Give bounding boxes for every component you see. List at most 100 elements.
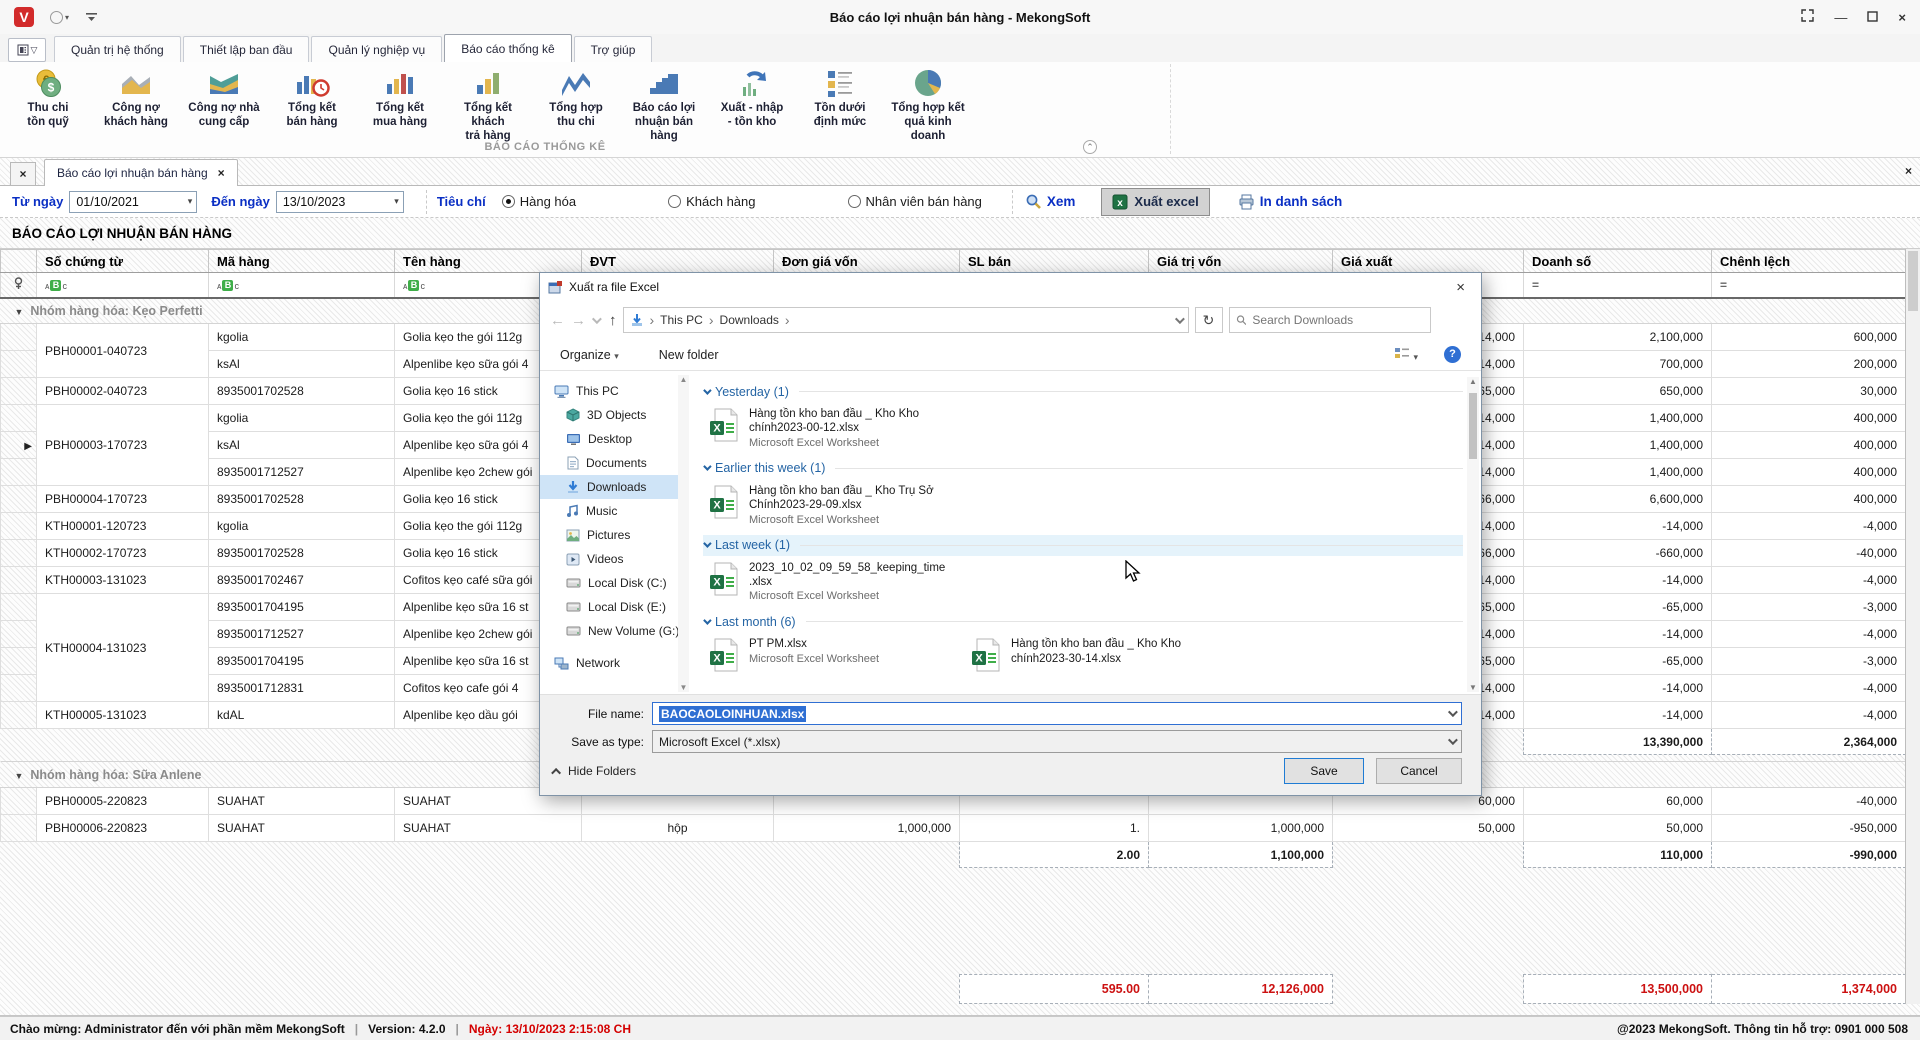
cell-doanh-so[interactable]: -14,000 bbox=[1524, 675, 1712, 702]
cell-ma-hang[interactable]: 8935001702528 bbox=[209, 540, 395, 567]
ribbon-item-8[interactable]: Xuất - nhập- tồn kho bbox=[708, 64, 796, 133]
cell-chenh-lech[interactable]: -950,000 bbox=[1712, 815, 1906, 842]
cell-chenh-lech[interactable]: 400,000 bbox=[1712, 486, 1906, 513]
cell-doanh-so[interactable]: 1,400,000 bbox=[1524, 432, 1712, 459]
file-item[interactable]: XHàng tồn kho ban đầu _ Kho Kho chính202… bbox=[703, 402, 965, 454]
refresh-button[interactable]: ↻ bbox=[1195, 307, 1223, 333]
from-date-combo[interactable]: 01/10/2021▾ bbox=[69, 191, 197, 213]
dropdown-icon[interactable] bbox=[1448, 707, 1458, 717]
cell-dvt[interactable]: hộp bbox=[582, 815, 774, 842]
filter-cell-9[interactable]: = bbox=[1712, 273, 1906, 298]
app-menu-button[interactable]: ▽ bbox=[8, 38, 46, 62]
sidebar-item-documents[interactable]: Documents bbox=[540, 451, 689, 475]
ribbon-item-10[interactable]: Tổng hợp kếtquả kinh doanh bbox=[884, 64, 972, 146]
cell-doanh-so[interactable]: -65,000 bbox=[1524, 594, 1712, 621]
ribbon-collapse-button[interactable]: ⌃ bbox=[1083, 140, 1097, 154]
column-header-8[interactable]: Doanh số bbox=[1524, 250, 1712, 273]
column-header-7[interactable]: Giá xuất bbox=[1333, 250, 1524, 273]
cell-chenh-lech[interactable]: -3,000 bbox=[1712, 594, 1906, 621]
cell-chenh-lech[interactable]: -4,000 bbox=[1712, 513, 1906, 540]
forward-button[interactable]: → bbox=[571, 312, 586, 329]
document-tab[interactable]: Báo cáo lợi nhuận bán hàng × bbox=[44, 159, 238, 186]
export-excel-button[interactable]: x Xuất excel bbox=[1101, 188, 1209, 216]
cell-sl-ban[interactable]: 1. bbox=[960, 815, 1149, 842]
scroll-down-icon[interactable]: ▼ bbox=[679, 683, 688, 692]
file-item[interactable]: XHàng tồn kho ban đầu _ Kho Trụ Sở Chính… bbox=[703, 479, 965, 531]
save-type-select[interactable]: Microsoft Excel (*.xlsx) bbox=[652, 730, 1462, 753]
back-button[interactable]: ← bbox=[550, 312, 565, 329]
ribbon-item-7[interactable]: Báo cáo lợinhuận bán hàng bbox=[620, 64, 708, 146]
cell-doanh-so[interactable]: -14,000 bbox=[1524, 513, 1712, 540]
cell-chenh-lech[interactable]: -4,000 bbox=[1712, 567, 1906, 594]
help-button[interactable]: ? bbox=[1444, 346, 1461, 363]
filter-cell-8[interactable]: = bbox=[1524, 273, 1712, 298]
ribbon-item-9[interactable]: Tồn dướiđịnh mức bbox=[796, 64, 884, 133]
file-name-input[interactable]: BAOCAOLOINHUAN.xlsx bbox=[652, 702, 1462, 725]
close-button[interactable]: × bbox=[1898, 10, 1906, 25]
sidebar-scrollbar[interactable]: ▲▼ bbox=[678, 375, 689, 692]
cell-doanh-so[interactable]: 50,000 bbox=[1524, 815, 1712, 842]
cell-gia-tri-von[interactable]: 1,000,000 bbox=[1149, 815, 1333, 842]
sidebar-item-local-disk-c-[interactable]: Local Disk (C:) bbox=[540, 571, 689, 595]
cell-doanh-so[interactable]: 650,000 bbox=[1524, 378, 1712, 405]
column-header-5[interactable]: SL bán bbox=[960, 250, 1149, 273]
cell-chenh-lech[interactable]: 200,000 bbox=[1712, 351, 1906, 378]
ribbon-item-4[interactable]: Tổng kếtmua hàng bbox=[356, 64, 444, 133]
cell-gia-xuat[interactable]: 50,000 bbox=[1333, 815, 1524, 842]
cell-doc[interactable]: PBH00004-170723 bbox=[37, 486, 209, 513]
cell-chenh-lech[interactable]: -40,000 bbox=[1712, 540, 1906, 567]
cell-ma-hang[interactable]: kdAL bbox=[209, 702, 395, 729]
criteria-radio-1[interactable]: Khách hàng bbox=[668, 194, 755, 209]
cell-doanh-so[interactable]: 6,600,000 bbox=[1524, 486, 1712, 513]
cell-chenh-lech[interactable]: 400,000 bbox=[1712, 432, 1906, 459]
column-header-3[interactable]: ĐVT bbox=[582, 250, 774, 273]
vertical-scrollbar[interactable] bbox=[1905, 249, 1920, 1004]
file-group-header-3[interactable]: Last month (6) bbox=[703, 611, 1463, 632]
cell-doanh-so[interactable]: 1,400,000 bbox=[1524, 459, 1712, 486]
file-item[interactable]: XPT PM.xlsxMicrosoft Excel Worksheet bbox=[703, 632, 965, 681]
criteria-radio-2[interactable]: Nhân viên bán hàng bbox=[848, 194, 982, 209]
collapse-triangle-icon[interactable]: ▼ bbox=[15, 771, 24, 781]
filter-cell-0[interactable]: ᴀBᴄ bbox=[37, 273, 209, 298]
cell-doc[interactable]: KTH00002-170723 bbox=[37, 540, 209, 567]
print-list-button[interactable]: In danh sách bbox=[1238, 194, 1343, 210]
ribbon-item-6[interactable]: Tổng hợpthu chi bbox=[532, 64, 620, 133]
cell-ma-hang[interactable]: 8935001712527 bbox=[209, 459, 395, 486]
cell-doc[interactable]: KTH00005-131023 bbox=[37, 702, 209, 729]
cell-doanh-so[interactable]: -65,000 bbox=[1524, 648, 1712, 675]
new-folder-button[interactable]: New folder bbox=[659, 348, 719, 362]
sidebar-item-desktop[interactable]: Desktop bbox=[540, 427, 689, 451]
close-all-tabs-button[interactable]: × bbox=[10, 162, 36, 185]
hide-folders-button[interactable]: Hide Folders bbox=[554, 764, 636, 778]
cell-ma-hang[interactable]: 8935001704195 bbox=[209, 648, 395, 675]
cell-chenh-lech[interactable]: 600,000 bbox=[1712, 324, 1906, 351]
scroll-up-icon[interactable]: ▲ bbox=[679, 375, 688, 384]
file-group-header-2[interactable]: Last week (1) bbox=[703, 535, 1463, 556]
address-bar[interactable]: › This PC › Downloads › bbox=[623, 307, 1189, 333]
tab-close-icon[interactable]: × bbox=[218, 166, 225, 180]
table-row[interactable]: PBH00006-220823SUAHATSUAHAThộp1,000,0001… bbox=[1, 815, 1906, 842]
up-button[interactable]: ↑ bbox=[609, 312, 617, 329]
sidebar-item-music[interactable]: Music bbox=[540, 499, 689, 523]
cell-ma-hang[interactable]: 8935001712527 bbox=[209, 621, 395, 648]
sidebar-item-3d-objects[interactable]: 3D Objects bbox=[540, 403, 689, 427]
cell-doanh-so[interactable]: 700,000 bbox=[1524, 351, 1712, 378]
cell-ma-hang[interactable]: 8935001704195 bbox=[209, 594, 395, 621]
cell-chenh-lech[interactable]: -4,000 bbox=[1712, 702, 1906, 729]
ribbon-item-0[interactable]: €$Thu chitồn quỹ bbox=[4, 64, 92, 133]
sidebar-item-videos[interactable]: Videos bbox=[540, 547, 689, 571]
ribbon-tab-0[interactable]: Quản trị hệ thống bbox=[54, 36, 181, 62]
scroll-down-icon[interactable]: ▼ bbox=[1468, 683, 1478, 692]
sidebar-item-new-volume-g-[interactable]: New Volume (G:) bbox=[540, 619, 689, 643]
organize-button[interactable]: Organize ▾ bbox=[560, 348, 619, 362]
cell-doc[interactable]: KTH00004-131023 bbox=[37, 594, 209, 702]
dialog-close-button[interactable]: × bbox=[1448, 279, 1473, 296]
file-group-header-1[interactable]: Earlier this week (1) bbox=[703, 458, 1463, 479]
cell-doc[interactable]: PBH00003-170723 bbox=[37, 405, 209, 486]
file-item[interactable]: XHàng tồn kho ban đầu _ Kho Kho chính202… bbox=[965, 632, 1227, 681]
sidebar-item-pictures[interactable]: Pictures bbox=[540, 523, 689, 547]
cell-chenh-lech[interactable]: -3,000 bbox=[1712, 648, 1906, 675]
cell-ma-hang[interactable]: ksAl bbox=[209, 351, 395, 378]
breadcrumb-downloads[interactable]: Downloads bbox=[720, 313, 779, 327]
cell-chenh-lech[interactable]: 400,000 bbox=[1712, 459, 1906, 486]
